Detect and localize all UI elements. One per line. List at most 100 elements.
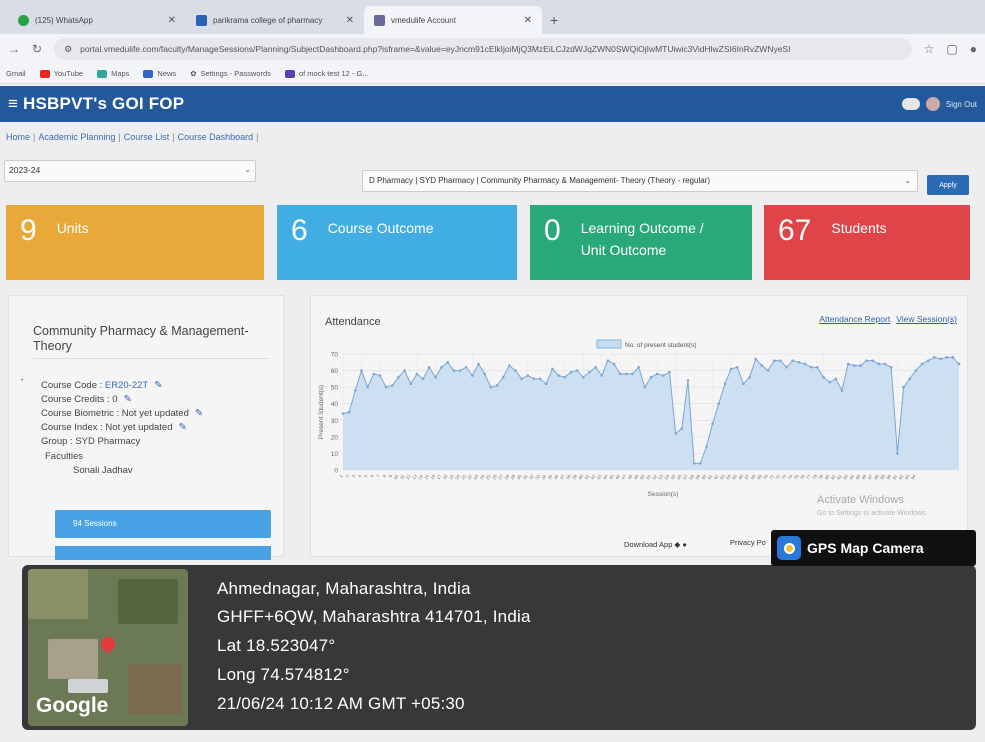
apple-icon: ● xyxy=(682,540,687,549)
course-index: Course Index : Not yet updated ✎ xyxy=(41,422,187,433)
attendance-point xyxy=(495,384,499,387)
gps-location: Ahmednagar, Maharashtra, India xyxy=(217,579,471,598)
browser-window: (125) WhatsApp ✕ parikrama college of ph… xyxy=(0,0,985,742)
attendance-point xyxy=(631,372,634,376)
faculty-name: Sonali Jadhav xyxy=(73,465,133,476)
attendance-point xyxy=(797,360,801,364)
apply-button[interactable]: Apply xyxy=(927,175,969,195)
learning-outcome-label: Learning Outcome / Unit Outcome xyxy=(580,220,704,258)
close-icon[interactable]: ✕ xyxy=(524,15,532,26)
avatar[interactable] xyxy=(925,97,940,111)
bookmark-mock-test[interactable]: of mock test 12 - G... xyxy=(284,69,369,78)
attendance-point xyxy=(471,374,474,377)
breadcrumb-course-dashboard[interactable]: Course Dashboard xyxy=(178,132,254,142)
forward-icon[interactable]: → xyxy=(8,42,20,56)
attendance-point xyxy=(914,369,918,372)
attendance-point xyxy=(766,369,770,372)
y-tick-label: 30 xyxy=(331,418,339,425)
chevron-down-icon: ⌄ xyxy=(244,165,251,174)
course-title: Community Pharmacy & Management- Theory xyxy=(33,324,249,353)
students-card[interactable]: 67 Students xyxy=(764,205,970,280)
view-sessions-link[interactable]: View Session(s) xyxy=(896,314,957,324)
units-count: 9 xyxy=(20,214,37,247)
attendance-point xyxy=(538,377,542,381)
site-info-icon[interactable]: ⚙ xyxy=(64,44,72,55)
download-app-link[interactable]: Download App ◆ ● xyxy=(624,540,687,549)
google-logo: Google xyxy=(36,694,109,717)
attendance-point xyxy=(896,452,899,455)
app-title[interactable]: ≡ HSBPVT's GOI FOP xyxy=(8,94,184,114)
attendance-report-link[interactable]: Attendance Report xyxy=(819,314,890,324)
address-bar[interactable]: ⚙ portal.vmedulife.com/faculty/ManageSes… xyxy=(54,38,912,60)
bookmark-gmail[interactable]: Gmail xyxy=(6,69,26,78)
attendance-point xyxy=(889,365,893,369)
attendance-point xyxy=(902,385,905,389)
attendance-point xyxy=(686,379,690,382)
attendance-point xyxy=(779,359,782,362)
map-thumbnail: Google xyxy=(28,569,188,726)
course-outcome-card[interactable]: 6 Course Outcome xyxy=(277,205,517,280)
close-icon[interactable]: ✕ xyxy=(168,15,176,26)
attendance-point xyxy=(508,364,511,367)
youtube-icon xyxy=(39,69,50,78)
bookmark-youtube[interactable]: YouTube xyxy=(39,69,83,78)
pencil-icon[interactable]: ✎ xyxy=(154,380,162,391)
privacy-link[interactable]: Privacy Po xyxy=(730,538,766,547)
bookmark-maps[interactable]: Maps xyxy=(97,69,129,78)
attendance-point xyxy=(877,362,881,366)
course-credits: Course Credits : 0 ✎ xyxy=(41,394,132,405)
attendance-panel: Attendance Attendance Report View Sessio… xyxy=(310,295,968,557)
gps-latitude: Lat 18.523047° xyxy=(217,636,336,655)
attendance-point xyxy=(341,412,345,415)
attendance-point xyxy=(834,377,838,381)
tab-whatsapp[interactable]: (125) WhatsApp ✕ xyxy=(8,6,186,34)
academic-year-select[interactable]: 2023-24 ⌄ xyxy=(4,160,256,182)
profile-icon[interactable]: ● xyxy=(970,42,977,56)
tab-parikrama[interactable]: parikrama college of pharmacy ✕ xyxy=(186,6,364,34)
attendance-point xyxy=(822,375,825,379)
attendance-point xyxy=(760,364,764,367)
faculties-label: Faculties xyxy=(45,451,84,462)
attendance-point xyxy=(427,365,431,369)
attendance-point xyxy=(489,385,493,389)
close-icon[interactable]: ✕ xyxy=(346,15,354,26)
sessions-button[interactable]: 94 Sessions xyxy=(55,510,271,538)
attendance-point xyxy=(649,375,653,379)
attendance-point xyxy=(674,432,677,435)
y-tick-label: 40 xyxy=(331,401,339,408)
tab-label: parikrama college of pharmacy xyxy=(213,15,323,25)
attendance-point xyxy=(544,382,548,386)
notification-icon[interactable] xyxy=(901,98,920,110)
pencil-icon[interactable]: ✎ xyxy=(124,394,132,405)
bookmark-news[interactable]: News xyxy=(143,69,176,78)
year-value: 2023-24 xyxy=(9,165,41,175)
attendance-point xyxy=(612,362,616,366)
extensions-icon[interactable]: ▢ xyxy=(946,42,957,56)
secondary-button[interactable] xyxy=(55,546,271,560)
new-tab-button[interactable]: + xyxy=(542,12,566,34)
units-card[interactable]: 9 Units xyxy=(6,205,264,280)
reload-icon[interactable]: ↻ xyxy=(32,42,42,56)
sign-out-link[interactable]: Sign Out xyxy=(946,100,977,109)
y-tick-label: 20 xyxy=(331,434,339,441)
breadcrumb-academic-planning[interactable]: Academic Planning xyxy=(38,132,115,142)
breadcrumb-home[interactable]: Home xyxy=(6,132,30,142)
breadcrumb-course-list[interactable]: Course List xyxy=(124,132,170,142)
course-select[interactable]: D Pharmacy | SYD Pharmacy | Community Ph… xyxy=(362,170,918,192)
legend-swatch xyxy=(596,339,622,349)
attendance-point xyxy=(698,462,702,465)
tab-bar: (125) WhatsApp ✕ parikrama college of ph… xyxy=(0,0,985,34)
attendance-point xyxy=(551,367,554,371)
attendance-point xyxy=(563,375,567,379)
tab-vmedulife[interactable]: vmedulife Account ✕ xyxy=(364,6,542,34)
learning-outcome-card[interactable]: 0 Learning Outcome / Unit Outcome xyxy=(530,205,752,280)
bookmark-settings[interactable]: ✿ Settings - Passwords xyxy=(190,69,271,78)
attendance-point xyxy=(625,372,628,376)
star-icon[interactable]: ☆ xyxy=(924,42,935,56)
pencil-icon[interactable]: ✎ xyxy=(179,422,187,433)
attendance-point xyxy=(390,384,394,387)
attendance-point xyxy=(711,422,714,425)
bookmark-icon xyxy=(196,14,207,26)
x-axis-label: Session(s) xyxy=(648,491,679,498)
pencil-icon[interactable]: ✎ xyxy=(195,408,203,419)
